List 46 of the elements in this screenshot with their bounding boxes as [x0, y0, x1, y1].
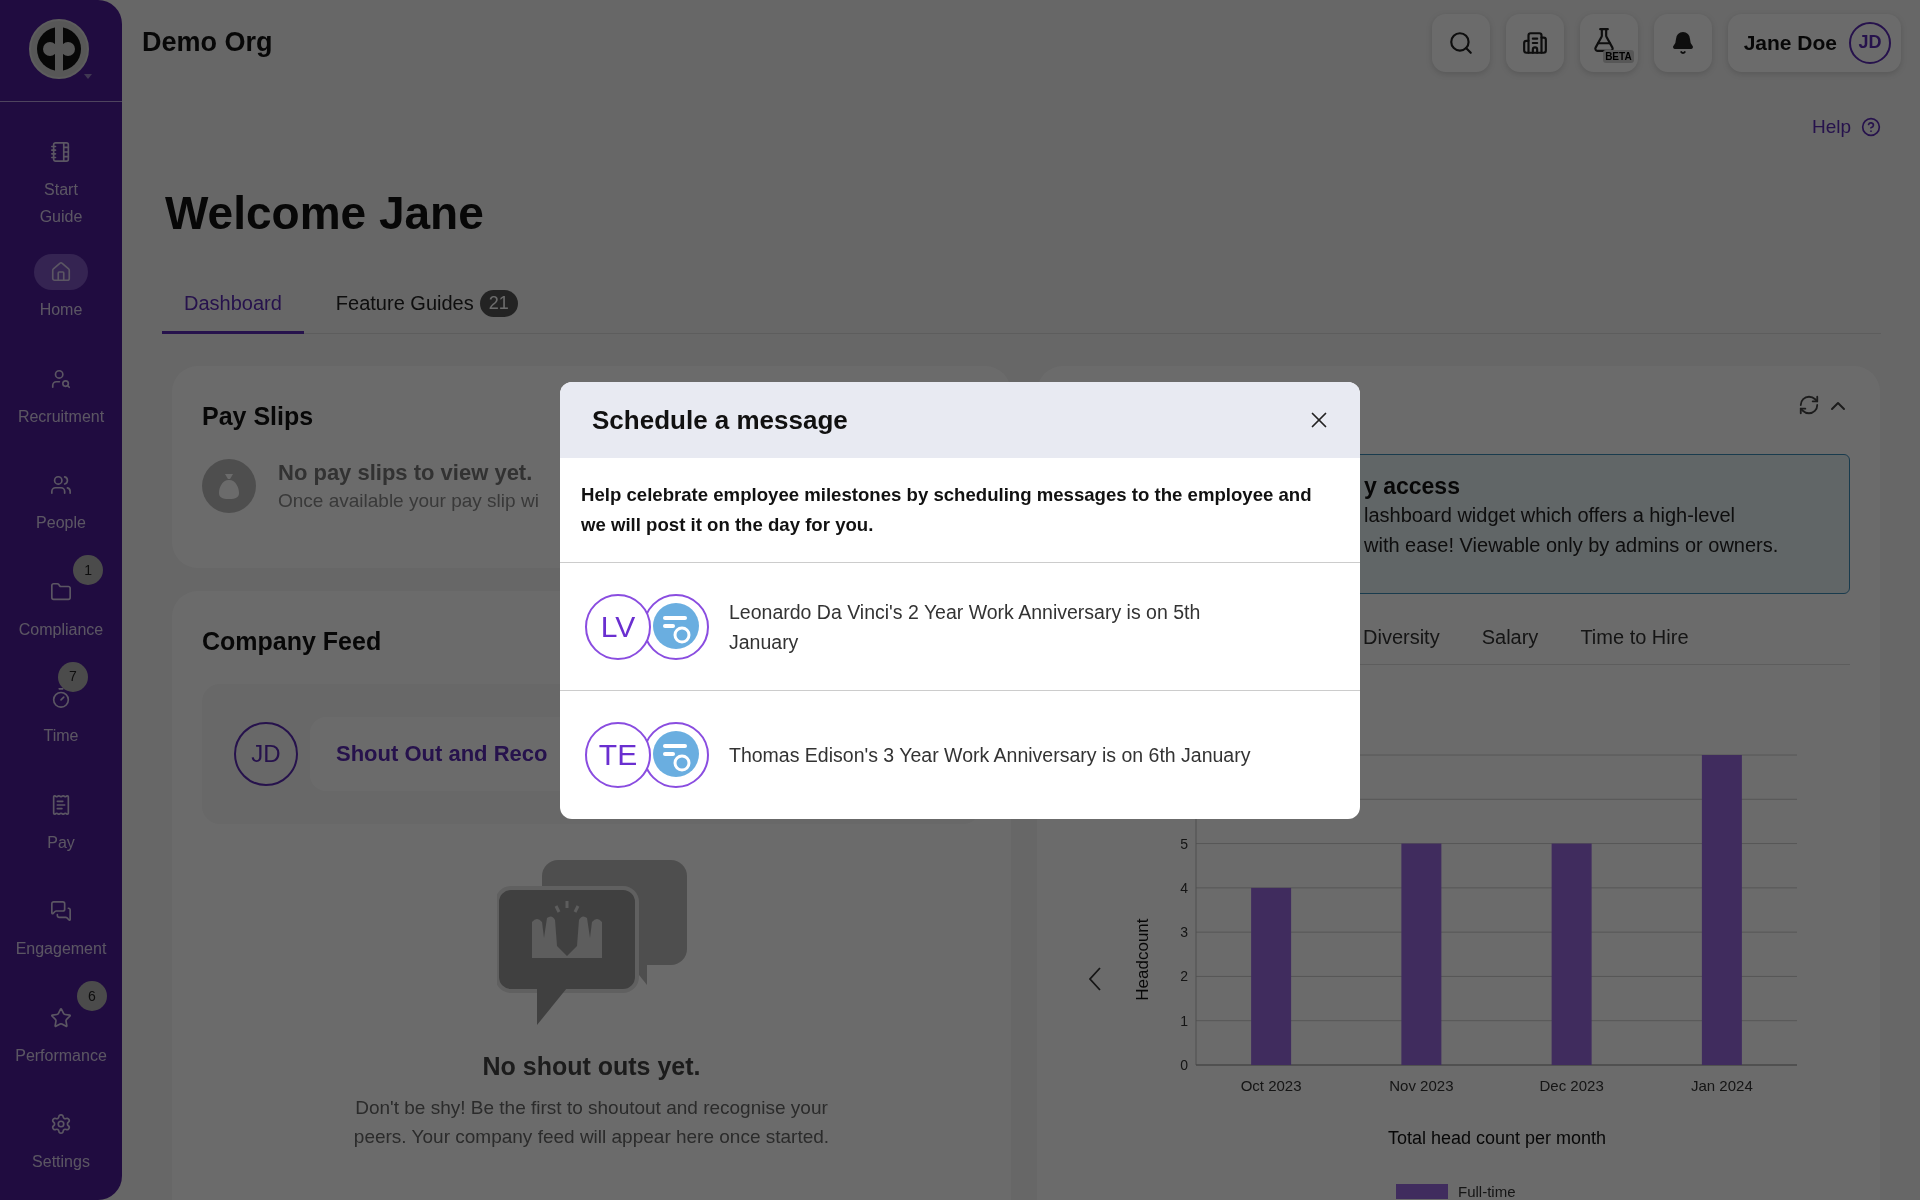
nav-label: Performance — [15, 1045, 107, 1066]
nav-label: People — [36, 513, 86, 534]
axis-label: Nov 2023 — [1389, 1077, 1454, 1094]
count-badge: 6 — [76, 981, 107, 1011]
nav-label: Compliance — [18, 619, 104, 640]
axis-label: 2 — [1180, 968, 1188, 985]
milestone-text: Leonardo Da Vinci's 2 Year Work Anniversary is on 5th January — [729, 599, 1202, 655]
legend-label: Full-time — [1457, 1183, 1516, 1200]
info-title: y access — [1364, 473, 1461, 500]
axis-label: Dec 2023 — [1539, 1077, 1604, 1094]
employee-avatar: TE — [585, 722, 651, 788]
empty-title: No shout outs yet. — [482, 1052, 701, 1081]
card-title: Company Feed — [202, 627, 382, 656]
empty-text: Don't be shy! Be the first to shoutout and recognise your peers. Your company feed will appear here once started. — [352, 1096, 831, 1149]
axis-label: 3 — [1180, 924, 1188, 941]
info-text: with ease! Viewable only by admins or owners. — [1364, 533, 1780, 558]
axis-label: Oct 2023 — [1240, 1077, 1302, 1094]
user-avatar: JD — [234, 722, 298, 786]
nav-label: Pay — [47, 832, 75, 853]
empty-title: No pay slips to view yet. — [278, 460, 534, 486]
count-badge: 21 — [479, 290, 518, 317]
axis-label: 1 — [1180, 1012, 1188, 1029]
axis-label: 0 — [1180, 1057, 1188, 1073]
org-name: Demo Org — [142, 27, 274, 58]
nav-label: Engagement — [15, 939, 107, 960]
axis-label: 5 — [1180, 835, 1188, 852]
beta-badge: BETA — [1603, 49, 1634, 63]
nav-label: Settings — [32, 1152, 90, 1173]
count-badge: 1 — [73, 555, 104, 585]
user-avatar: JD — [1849, 21, 1891, 64]
axis-title: Total head count per month — [1387, 1128, 1606, 1148]
nav-label: Recruitment — [17, 406, 105, 427]
milestone-text: Thomas Edison's 3 Year Work Anniversary is on 6th January — [729, 743, 1252, 768]
info-text: lashboard widget which offers a high-level — [1364, 503, 1736, 528]
dialog-intro: Help celebrate employee milestones by scheduling messages to the employee and we will post it on the day for you. — [560, 458, 1360, 563]
count-badge: 7 — [58, 661, 88, 692]
axis-label: 4 — [1180, 879, 1188, 896]
axis-title: Headcount — [1132, 918, 1152, 1001]
nav-label: Time — [43, 726, 79, 747]
employee-avatar: LV — [585, 593, 651, 660]
nav-label: Home — [39, 300, 83, 321]
card-title: Pay Slips — [202, 402, 314, 431]
axis-label: Jan 2024 — [1690, 1077, 1753, 1094]
dialog-title: Schedule a message — [592, 404, 848, 436]
nav-label: Start Guide — [39, 180, 83, 228]
page-title: Welcome Jane — [165, 186, 485, 240]
